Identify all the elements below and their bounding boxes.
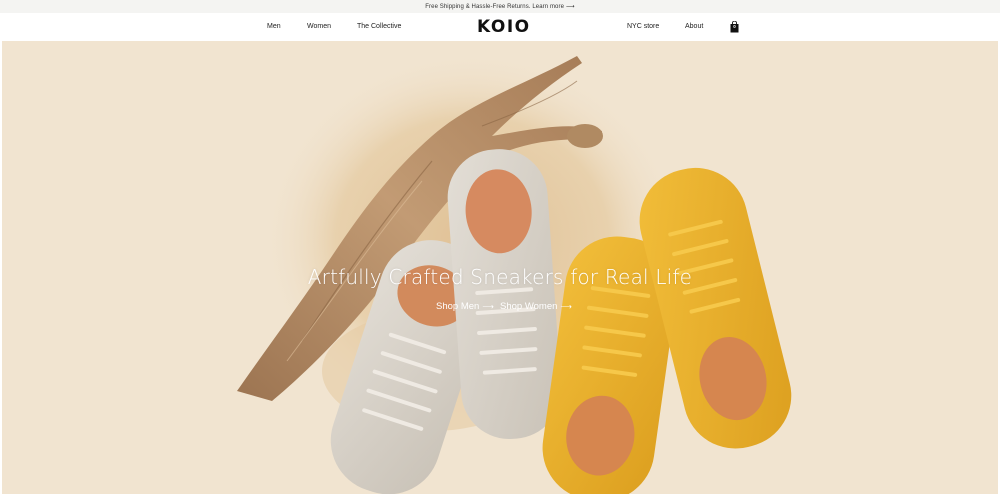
- brand-logo[interactable]: KOIO: [477, 17, 531, 37]
- cart-count-badge: 0: [733, 24, 736, 29]
- announcement-text[interactable]: Free Shipping & Hassle-Free Returns. Lea…: [425, 4, 564, 10]
- shop-women-link[interactable]: Shop Women ⟶: [500, 300, 572, 314]
- cart-button[interactable]: 0: [730, 20, 739, 33]
- nav-link-nyc-store[interactable]: NYC store: [627, 13, 659, 41]
- announcement-bar[interactable]: Free Shipping & Hassle-Free Returns. Lea…: [0, 0, 1000, 13]
- nav-link-about[interactable]: About: [685, 13, 703, 41]
- nav-link-the-collective[interactable]: The Collective: [357, 13, 401, 41]
- hero-title: Artfully Crafted Sneakers for Real Life: [307, 265, 693, 289]
- shop-women-label[interactable]: Shop Women: [500, 301, 557, 312]
- main-navigation: Men Women The Collective KOIO NYC store …: [0, 13, 1000, 41]
- arrow-right-icon: ⟶: [560, 302, 572, 311]
- shop-men-link[interactable]: Shop Men ⟶: [436, 300, 494, 314]
- nav-link-women[interactable]: Women: [307, 13, 331, 41]
- arrow-right-icon: ⟶: [566, 4, 575, 10]
- nav-link-men[interactable]: Men: [267, 13, 281, 41]
- arrow-right-icon: ⟶: [482, 302, 494, 311]
- grey-sneaker-right: [447, 149, 562, 439]
- shop-men-label[interactable]: Shop Men: [436, 301, 479, 312]
